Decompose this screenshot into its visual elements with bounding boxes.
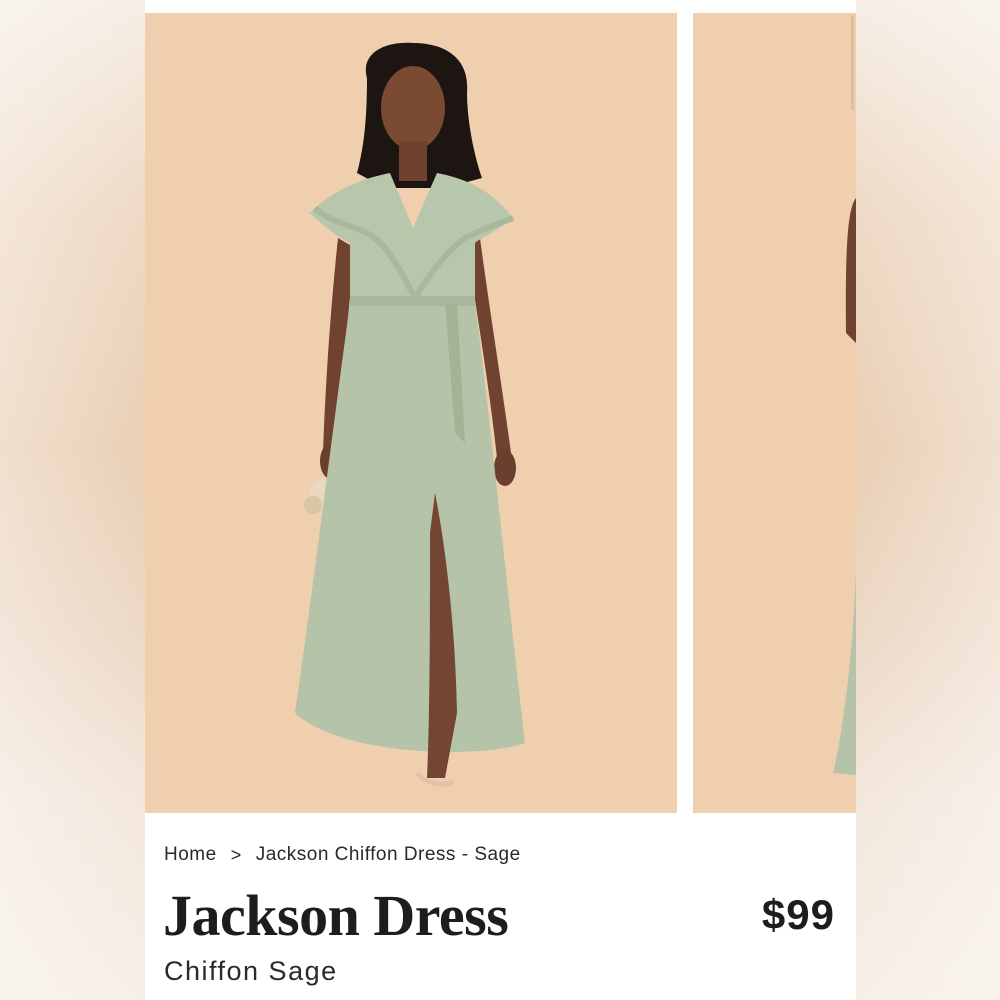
product-info: Home > Jackson Chiffon Dress - Sage Jack… <box>145 813 856 1000</box>
product-image-main[interactable] <box>145 13 677 813</box>
product-price: $99 <box>761 891 835 938</box>
product-variant: Chiffon Sage <box>164 956 338 986</box>
backdrop-left <box>0 0 145 1000</box>
breadcrumb-separator: > <box>230 844 242 865</box>
breadcrumb: Home > Jackson Chiffon Dress - Sage <box>164 844 521 866</box>
model-photo-side <box>833 198 856 775</box>
product-image-secondary[interactable] <box>693 13 856 813</box>
breadcrumb-home-link[interactable]: Home <box>164 844 217 866</box>
scroll-indicator[interactable] <box>851 15 854 110</box>
product-page: Home > Jackson Chiffon Dress - Sage Jack… <box>145 0 856 1000</box>
breadcrumb-current: Jackson Chiffon Dress - Sage <box>255 844 521 865</box>
backdrop-right <box>855 0 1000 1000</box>
model-photo-front <box>295 42 525 787</box>
product-title: Jackson Dress <box>163 883 509 948</box>
product-image-gallery[interactable] <box>145 13 856 813</box>
